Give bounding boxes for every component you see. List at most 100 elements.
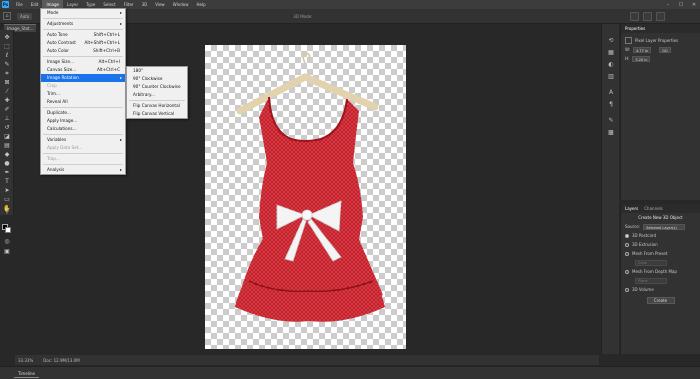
image-menu-dropdown: Mode ▸ Adjustments ▸ Auto Tone Shift+Ctrl+L…	[40, 8, 126, 175]
menu-item-adjustments[interactable]: Adjustments ▸	[41, 20, 125, 28]
workspace-icon[interactable]	[643, 12, 652, 21]
blur-tool-icon[interactable]: ◆	[3, 151, 11, 158]
search-icon[interactable]	[630, 12, 639, 21]
option-3d-volume[interactable]: 3D Volume	[621, 285, 700, 294]
rotate-90-cw-item[interactable]: 90° Clockwise	[127, 75, 187, 83]
shape-tool-icon[interactable]: ▭	[3, 196, 11, 203]
menu-item-variables[interactable]: Variables ▸	[41, 136, 125, 144]
character-icon[interactable]: A	[606, 88, 616, 96]
rotate-90-ccw-item[interactable]: 90° Counter Clockwise	[127, 83, 187, 91]
properties-icon[interactable]: ▦	[606, 48, 616, 56]
zoom-level[interactable]: 33.33%	[18, 358, 33, 363]
clone-stamp-tool-icon[interactable]: ⊥	[3, 115, 11, 122]
menu-file[interactable]: File	[12, 0, 27, 9]
path-selection-tool-icon[interactable]: ➤	[3, 187, 11, 194]
rotate-arbitrary-item[interactable]: Arbitrary...	[127, 91, 187, 99]
menu-help[interactable]: Help	[192, 0, 209, 9]
preset-select[interactable]: Cone	[635, 259, 667, 266]
menu-item-reveal-all[interactable]: Reveal All	[41, 98, 125, 106]
source-select[interactable]: Selected Layer(s)	[643, 223, 686, 230]
marquee-tool-icon[interactable]: ⬚	[3, 43, 11, 50]
menu-item-apply-image[interactable]: Apply Image...	[41, 117, 125, 125]
quick-mask-icon[interactable]: ◎	[3, 238, 11, 245]
height-field[interactable]: 3.20 in	[632, 55, 651, 62]
menu-item-trim[interactable]: Trim...	[41, 90, 125, 98]
brush-tool-icon[interactable]: ✐	[3, 106, 11, 113]
radio-icon	[625, 233, 629, 238]
menu-item-auto-color[interactable]: Auto Color Shift+Ctrl+B	[41, 47, 125, 55]
create-button[interactable]: Create	[646, 297, 675, 304]
menu-3d[interactable]: 3D	[138, 0, 152, 9]
zoom-tool-icon[interactable]: ⚲	[3, 208, 11, 215]
option-mesh-from-preset[interactable]: Mesh From Preset	[621, 249, 700, 258]
frame-tool-icon[interactable]: ⊠	[3, 79, 11, 86]
brushes-icon[interactable]: ✎	[606, 116, 616, 124]
menu-view[interactable]: View	[151, 0, 169, 9]
gradient-tool-icon[interactable]: ▤	[3, 142, 11, 149]
pen-tool-icon[interactable]: ✒	[3, 169, 11, 176]
swatches-icon[interactable]: ▩	[606, 128, 616, 136]
document-canvas[interactable]	[205, 45, 406, 349]
width-field[interactable]: 4.77 in	[633, 46, 652, 53]
healing-brush-tool-icon[interactable]: ✚	[3, 97, 11, 104]
submenu-arrow-icon: ▸	[119, 10, 122, 15]
option-3d-postcard[interactable]: 3D Postcard	[621, 231, 700, 240]
depth-map-select[interactable]: Plane	[635, 277, 667, 284]
menu-window[interactable]: Window	[169, 0, 193, 9]
radio-icon	[625, 269, 629, 274]
source-label: Source:	[625, 224, 641, 229]
crop-tool-icon[interactable]: ⌗	[3, 70, 11, 77]
history-brush-tool-icon[interactable]: ↺	[3, 124, 11, 131]
timeline-tab[interactable]: Timeline	[14, 369, 40, 378]
move-tool-icon[interactable]: ✥	[3, 34, 11, 41]
menu-item-image-rotation[interactable]: Image Rotation ▸	[41, 74, 125, 82]
eyedropper-tool-icon[interactable]: ⁄	[3, 88, 11, 95]
screen-mode-icon[interactable]: ▣	[3, 248, 11, 255]
rotate-180-item[interactable]: 180°	[127, 67, 187, 75]
option-3d-extrusion[interactable]: 3D Extrusion	[621, 240, 700, 249]
adjustments-icon[interactable]: ◐	[606, 60, 616, 68]
auto-select-field[interactable]: Auto	[17, 12, 33, 20]
paragraph-icon[interactable]: ¶	[606, 100, 616, 108]
hanger-hook	[302, 52, 311, 64]
type-tool-icon[interactable]: T	[3, 178, 11, 185]
properties-subtitle: Pixel Layer Properties	[635, 38, 679, 43]
quick-select-tool-icon[interactable]: ✎	[3, 61, 11, 68]
image-rotation-submenu: 180° 90° Clockwise 90° Counter Clockwise…	[126, 66, 188, 119]
option-mesh-from-depth-map[interactable]: Mesh From Depth Map	[621, 267, 700, 276]
menu-item-duplicate[interactable]: Duplicate...	[41, 109, 125, 117]
eraser-tool-icon[interactable]: ◪	[3, 133, 11, 140]
tab-layers[interactable]: Layers	[625, 206, 638, 211]
background-color-swatch[interactable]	[5, 227, 11, 233]
flip-canvas-horizontal-item[interactable]: Flip Canvas Horizontal	[127, 102, 187, 110]
maximize-icon[interactable]: ☐	[675, 0, 687, 9]
minimize-icon[interactable]: –	[662, 0, 674, 9]
tab-channels[interactable]: Channels	[644, 206, 663, 211]
document-info[interactable]: Doc: 12.9M/13.0M	[43, 358, 79, 363]
hanger-bar	[236, 73, 379, 115]
menu-item-image-size[interactable]: Image Size... Alt+Ctrl+I	[41, 58, 125, 66]
flip-canvas-vertical-item[interactable]: Flip Canvas Vertical	[127, 110, 187, 118]
menu-item-auto-tone[interactable]: Auto Tone Shift+Ctrl+L	[41, 31, 125, 39]
3d-mode-label: 3D Mode:	[293, 13, 313, 19]
menu-item-calculations[interactable]: Calculations...	[41, 125, 125, 133]
lasso-tool-icon[interactable]: ℓ	[3, 52, 11, 59]
menu-separator	[43, 107, 123, 108]
dodge-tool-icon[interactable]: ●	[3, 160, 11, 167]
timeline-panel: Timeline	[0, 366, 700, 379]
home-icon[interactable]: ⌂	[3, 12, 11, 20]
dress-image	[235, 52, 385, 322]
libraries-icon[interactable]: ▥	[606, 72, 616, 80]
menu-item-mode[interactable]: Mode ▸	[41, 9, 125, 17]
menu-item-auto-contrast[interactable]: Auto Contrast Alt+Shift+Ctrl+L	[41, 39, 125, 47]
photoshop-logo-icon: Ps	[2, 1, 9, 8]
share-icon[interactable]	[656, 12, 665, 21]
menu-item-canvas-size[interactable]: Canvas Size... Alt+Ctrl+C	[41, 66, 125, 74]
properties-panel: Properties Pixel Layer Properties W: 4.7…	[620, 24, 700, 200]
close-icon[interactable]: ✕	[688, 0, 700, 9]
link-dimensions-button[interactable]: GO	[659, 46, 671, 53]
menu-item-analysis[interactable]: Analysis ▸	[41, 166, 125, 174]
tab-properties[interactable]: Properties	[625, 26, 645, 31]
history-icon[interactable]: ⟲	[606, 36, 616, 44]
menu-separator	[129, 100, 185, 101]
